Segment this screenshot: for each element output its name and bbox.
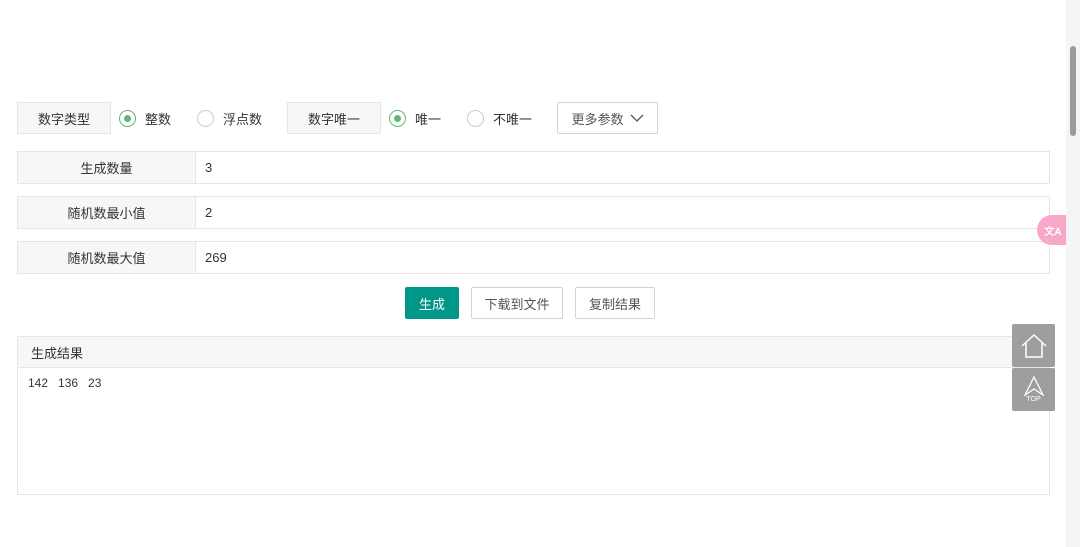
field-min: 随机数最小值 2	[17, 196, 1050, 229]
back-to-top-button[interactable]: TOP	[1012, 368, 1055, 411]
radio-unchecked-icon	[197, 109, 214, 127]
arrow-up-icon	[1023, 376, 1044, 396]
radio-float[interactable]: 浮点数	[197, 102, 262, 134]
radio-unchecked-icon	[467, 109, 484, 127]
number-type-label: 数字类型	[17, 102, 111, 134]
field-label: 随机数最大值	[18, 242, 196, 273]
result-header: 生成结果	[17, 336, 1050, 368]
translate-button[interactable]: 文A	[1037, 215, 1069, 245]
chevron-down-icon	[630, 114, 643, 122]
max-input[interactable]: 269	[196, 242, 1049, 273]
scrollbar[interactable]	[1066, 0, 1080, 547]
download-button[interactable]: 下载到文件	[471, 287, 563, 319]
radio-integer[interactable]: 整数	[119, 102, 171, 134]
radio-unique[interactable]: 唯一	[389, 102, 441, 134]
field-max: 随机数最大值 269	[17, 241, 1050, 274]
radio-checked-icon	[389, 109, 406, 127]
scrollbar-thumb[interactable]	[1070, 46, 1076, 136]
field-label: 随机数最小值	[18, 197, 196, 228]
count-input[interactable]: 3	[196, 152, 1049, 183]
generate-button[interactable]: 生成	[405, 287, 459, 319]
field-label: 生成数量	[18, 152, 196, 183]
radio-label: 唯一	[415, 111, 442, 127]
min-input[interactable]: 2	[196, 197, 1049, 228]
radio-checked-icon	[119, 109, 136, 127]
radio-label: 不唯一	[493, 111, 533, 127]
unique-label: 数字唯一	[287, 102, 381, 134]
radio-label: 浮点数	[223, 111, 263, 127]
radio-not-unique[interactable]: 不唯一	[467, 102, 532, 134]
result-textarea[interactable]: 142 136 23	[17, 367, 1050, 495]
home-button[interactable]	[1012, 324, 1055, 367]
top-label: TOP	[1026, 396, 1041, 403]
radio-label: 整数	[145, 111, 172, 127]
more-params-button[interactable]: 更多参数	[557, 102, 658, 134]
copy-button[interactable]: 复制结果	[575, 287, 655, 319]
home-icon	[1020, 333, 1047, 358]
field-count: 生成数量 3	[17, 151, 1050, 184]
more-params-label: 更多参数	[571, 111, 624, 127]
